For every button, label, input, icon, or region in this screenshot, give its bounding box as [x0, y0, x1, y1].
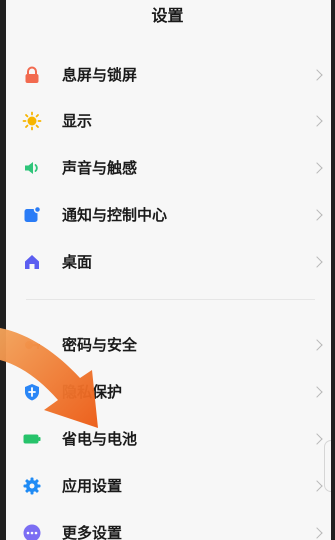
settings-item-label: 省电与电池: [62, 430, 138, 448]
settings-item-label: 显示: [62, 112, 93, 130]
battery-icon: [22, 429, 42, 449]
settings-item-more[interactable]: 更多设置: [6, 510, 331, 540]
settings-item-sound[interactable]: 声音与触感: [6, 145, 331, 191]
key-icon: [22, 335, 42, 355]
section-divider: [26, 299, 315, 300]
chevron-right-icon: [311, 527, 323, 539]
settings-item-display[interactable]: 显示: [6, 98, 331, 144]
shield-icon: [22, 382, 42, 402]
settings-item-desktop[interactable]: 桌面: [6, 239, 331, 285]
settings-item-label: 桌面: [62, 253, 93, 271]
more-icon: [22, 523, 42, 540]
gear-icon: [22, 476, 42, 496]
settings-item-label: 声音与触感: [62, 159, 138, 177]
settings-item-privacy[interactable]: 隐私保护: [6, 369, 331, 415]
settings-item-app-settings[interactable]: 应用设置: [6, 463, 331, 509]
chevron-right-icon: [311, 162, 323, 174]
chevron-right-icon: [311, 69, 323, 81]
settings-item-label: 通知与控制中心: [62, 206, 168, 224]
screen-bezel-right: [331, 0, 335, 540]
chevron-right-icon: [311, 256, 323, 268]
chevron-right-icon: [311, 480, 323, 492]
notification-icon: [22, 205, 42, 225]
settings-item-lock-screen[interactable]: 息屏与锁屏: [6, 52, 331, 98]
home-icon: [22, 252, 42, 272]
edge-indicator: [324, 440, 331, 492]
speaker-icon: [22, 158, 42, 178]
settings-item-label: 密码与安全: [62, 336, 138, 354]
settings-item-label: 息屏与锁屏: [62, 66, 138, 84]
chevron-right-icon: [311, 386, 323, 398]
chevron-right-icon: [311, 209, 323, 221]
settings-item-label: 更多设置: [62, 524, 123, 540]
sun-icon: [22, 111, 42, 131]
chevron-right-icon: [311, 339, 323, 351]
settings-screen: 设置 息屏与锁屏 显示 声音与触感 通知与控制中心 桌面 密码与安全 隐私保护 …: [0, 0, 335, 540]
lock-icon: [22, 65, 42, 85]
settings-item-password-security[interactable]: 密码与安全: [6, 322, 331, 368]
chevron-right-icon: [311, 433, 323, 445]
settings-item-label: 应用设置: [62, 477, 123, 495]
settings-item-notifications[interactable]: 通知与控制中心: [6, 192, 331, 238]
chevron-right-icon: [311, 115, 323, 127]
settings-item-battery[interactable]: 省电与电池: [6, 416, 331, 462]
settings-item-label: 隐私保护: [62, 383, 123, 401]
page-title: 设置: [151, 6, 184, 25]
